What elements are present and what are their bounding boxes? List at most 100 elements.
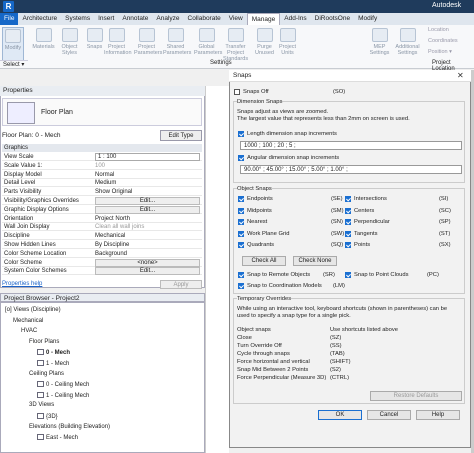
location-item[interactable]: Coordinates: [428, 38, 458, 44]
edit-type-button[interactable]: Edit Type: [160, 130, 202, 141]
property-row: Show Hidden Lines By Discipline: [2, 241, 202, 249]
property-name: Wall Join Display: [4, 224, 50, 231]
snap-checkbox[interactable]: [238, 196, 244, 202]
ribbon-button-global-parameters[interactable]: Global Parameters: [194, 27, 222, 61]
dimension-desc-1: Snaps adjust as views are zoomed.: [237, 109, 329, 115]
tree-node[interactable]: 1 - Mech: [37, 360, 69, 367]
angular-snap-checkbox[interactable]: [238, 155, 244, 161]
override-shortcut: (CTRL): [330, 375, 349, 381]
angular-increments-input[interactable]: 90.00° ; 45.00° ; 15.00° ; 5.00° ; 1.00°…: [240, 165, 462, 174]
global-parameters-icon: [198, 28, 215, 42]
ribbon-button-project-units[interactable]: Project Units: [275, 27, 300, 61]
tab-architecture[interactable]: Architecture: [18, 13, 61, 25]
tab-view[interactable]: View: [225, 13, 247, 25]
ribbon-button-modify[interactable]: Modify: [2, 27, 24, 61]
tab-systems[interactable]: Systems: [61, 13, 94, 25]
tree-node[interactable]: HVAC: [21, 328, 37, 334]
tree-node[interactable]: 0 - Mech: [37, 349, 70, 356]
tree-node[interactable]: 3D Views: [29, 402, 54, 408]
view-icon: [37, 434, 44, 441]
tree-node[interactable]: Mechanical: [13, 318, 43, 324]
temp-desc-1: While using an interactive tool, keyboar…: [237, 306, 448, 312]
snap-label: Midpoints: [247, 207, 272, 214]
panel-select-label[interactable]: Select ▾: [0, 60, 28, 69]
tree-node[interactable]: 1 - Ceiling Mech: [37, 391, 90, 399]
tree-node[interactable]: Elevations (Building Elevation): [29, 424, 110, 430]
tab-insert[interactable]: Insert: [94, 13, 118, 25]
snap-checkbox[interactable]: [345, 242, 351, 249]
ribbon-button-mep-settings[interactable]: MEP Settings: [367, 27, 392, 61]
title-right-text: Autodesk: [432, 2, 462, 9]
ribbon-button-purge-unused[interactable]: Purge Unused: [252, 27, 277, 61]
view-icon: [37, 381, 44, 388]
snap-checkbox[interactable]: [238, 242, 244, 249]
tree-node[interactable]: {3D}: [37, 413, 58, 420]
type-selector[interactable]: Floor Plan: [2, 98, 202, 126]
override-shortcut: (SS): [330, 343, 342, 349]
view-canvas[interactable]: [205, 86, 229, 453]
property-value[interactable]: Edit...: [95, 197, 200, 205]
property-value[interactable]: <none>: [95, 258, 200, 267]
length-increments-input[interactable]: 1000 ; 100 ; 20 ; 5 ;: [240, 141, 462, 150]
point-clouds-checkbox[interactable]: [345, 272, 351, 278]
ribbon-button-shared-parameters[interactable]: Shared Parameters: [163, 27, 191, 61]
tab-annotate[interactable]: Annotate: [118, 13, 152, 25]
properties-help-link[interactable]: Properties help: [2, 281, 42, 287]
tab-dirootsone[interactable]: DiRootsOne: [311, 13, 354, 25]
ribbon-button-additional-settings[interactable]: Additional Settings: [395, 27, 420, 61]
snap-checkbox[interactable]: [345, 196, 351, 202]
tab-collaborate[interactable]: Collaborate: [184, 13, 225, 25]
ribbon-button-materials[interactable]: Materials: [31, 27, 56, 61]
snap-checkbox[interactable]: [345, 219, 351, 226]
tree-node[interactable]: Floor Plans: [29, 339, 59, 345]
tab-add-ins[interactable]: Add-Ins: [280, 13, 310, 25]
ribbon-button-project-parameters[interactable]: Project Parameters: [134, 27, 162, 61]
restore-defaults-button[interactable]: Restore Defaults: [370, 391, 462, 401]
ok-button[interactable]: OK: [318, 410, 362, 420]
length-snap-checkbox[interactable]: [238, 131, 244, 137]
mep-settings-icon: [371, 28, 388, 42]
additional-settings-icon: [399, 28, 416, 42]
snap-checkbox[interactable]: [238, 230, 244, 237]
snaps-off-checkbox[interactable]: [234, 89, 240, 95]
tree-node-label: 1 - Ceiling Mech: [46, 392, 90, 399]
location-item[interactable]: Location: [428, 27, 449, 33]
tree-node[interactable]: East - Mech: [37, 434, 78, 441]
tree-node[interactable]: Ceiling Plans: [29, 371, 64, 377]
apply-button[interactable]: Apply: [160, 280, 202, 289]
snap-checkbox[interactable]: [345, 207, 351, 214]
graphics-group-header[interactable]: Graphics: [2, 144, 202, 152]
tab-modify[interactable]: Modify: [354, 13, 381, 25]
close-icon[interactable]: ✕: [457, 71, 464, 80]
snap-label: Endpoints: [247, 196, 273, 202]
snap-checkbox[interactable]: [238, 207, 244, 214]
tree-node[interactable]: [o] Views (Discipline): [5, 307, 61, 313]
check-none-button[interactable]: Check None: [293, 256, 337, 266]
property-value[interactable]: 1 : 100: [95, 153, 200, 161]
tab-manage[interactable]: Manage: [246, 13, 281, 25]
location-item[interactable]: Position ▾: [428, 49, 452, 55]
cancel-button[interactable]: Cancel: [367, 410, 411, 420]
property-value: Show Original: [95, 189, 133, 196]
remote-objects-checkbox[interactable]: [238, 272, 244, 278]
snap-checkbox[interactable]: [238, 219, 244, 226]
tab-file[interactable]: File: [0, 13, 19, 25]
property-value[interactable]: Edit...: [95, 205, 200, 214]
check-all-button[interactable]: Check All: [242, 256, 286, 266]
snap-shortcut: (SX): [439, 242, 451, 249]
ribbon-button-transfer-project-standards[interactable]: Transfer Project Standards: [223, 27, 248, 62]
property-name: System Color Schemes: [4, 268, 67, 275]
ribbon-button-project-information[interactable]: Project Information: [104, 27, 132, 61]
tree-node[interactable]: 0 - Ceiling Mech: [37, 381, 89, 388]
property-name: Orientation: [4, 215, 34, 222]
snap-checkbox[interactable]: [345, 230, 351, 237]
property-name: Display Model: [4, 171, 42, 178]
revit-logo-icon[interactable]: R: [3, 1, 14, 12]
title-bar: [0, 0, 474, 13]
coordination-models-checkbox[interactable]: [238, 283, 244, 289]
help-button[interactable]: Help: [416, 410, 460, 420]
property-value[interactable]: Edit...: [95, 267, 200, 276]
modify-label: Modify: [4, 45, 22, 51]
tab-analyze[interactable]: Analyze: [152, 13, 183, 25]
ribbon-button-object-styles[interactable]: Object Styles: [57, 27, 82, 61]
